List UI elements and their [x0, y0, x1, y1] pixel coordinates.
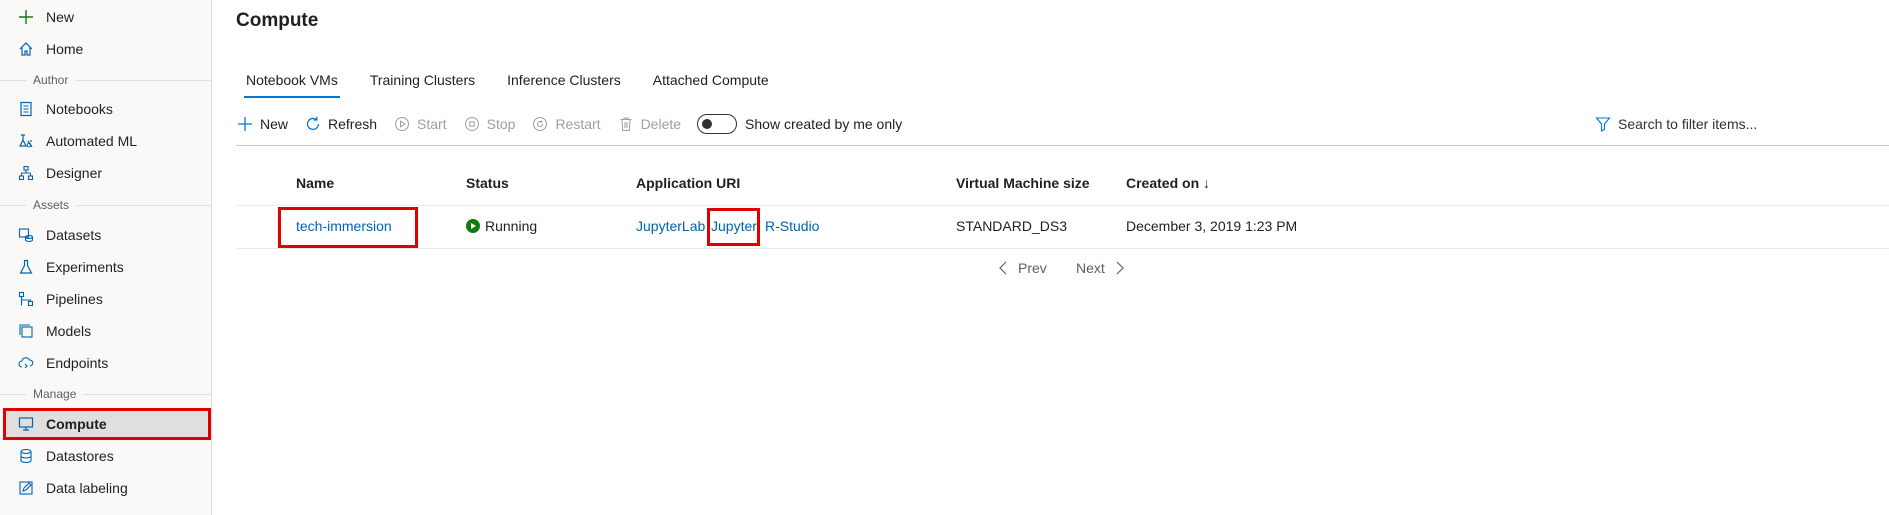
- sidebar-item-endpoints[interactable]: Endpoints: [6, 348, 210, 378]
- prev-page-button[interactable]: Prev: [996, 260, 1047, 276]
- column-header-created-on[interactable]: Created on ↓: [1126, 175, 1210, 191]
- vm-name-link[interactable]: tech-immersion: [296, 218, 392, 234]
- sidebar-item-label: Experiments: [46, 259, 124, 275]
- sidebar-item-label: New: [46, 9, 75, 25]
- created-by-me-toggle[interactable]: [697, 114, 738, 134]
- section-assets: Assets: [0, 196, 211, 214]
- sidebar-item-designer[interactable]: Designer: [6, 158, 210, 188]
- toggle-label: Show created by me only: [745, 116, 903, 132]
- trash-icon: [617, 115, 635, 133]
- search-input[interactable]: [1618, 116, 1858, 132]
- section-manage: Manage: [0, 385, 211, 403]
- column-header-name[interactable]: Name: [296, 175, 334, 191]
- restart-button[interactable]: Restart: [531, 115, 601, 133]
- sidebar-item-compute[interactable]: Compute: [6, 409, 210, 439]
- delete-button[interactable]: Delete: [617, 115, 681, 133]
- model-icon: [16, 321, 36, 341]
- home-icon: [16, 39, 36, 59]
- restart-circle-icon: [531, 115, 549, 133]
- running-status-icon: [466, 219, 480, 233]
- sidebar-item-data-labeling[interactable]: Data labeling: [6, 473, 210, 503]
- plus-icon: [16, 7, 36, 27]
- sidebar-item-label: Compute: [46, 416, 107, 432]
- column-header-application-uri[interactable]: Application URI: [636, 175, 740, 191]
- tab-attached-compute[interactable]: Attached Compute: [643, 64, 779, 98]
- pipeline-icon: [16, 289, 36, 309]
- sidebar-item-label: Automated ML: [46, 133, 138, 149]
- command-bar: New Refresh Start Stop Restart Delete Sh…: [236, 110, 902, 138]
- sidebar-item-models[interactable]: Models: [6, 316, 210, 346]
- sidebar-item-datastores[interactable]: Datastores: [6, 441, 210, 471]
- refresh-button[interactable]: Refresh: [304, 115, 377, 133]
- sidebar-item-notebooks[interactable]: Notebooks: [6, 94, 210, 124]
- sidebar-item-label: Endpoints: [46, 355, 109, 371]
- left-sidebar: New Home Author Notebooks Automated ML D…: [0, 0, 212, 515]
- tab-inference-clusters[interactable]: Inference Clusters: [497, 64, 631, 98]
- database-icon: [16, 446, 36, 466]
- section-author: Author: [0, 71, 211, 89]
- stop-circle-icon: [463, 115, 481, 133]
- toolbar-divider: [236, 145, 1889, 146]
- page-title: Compute: [236, 10, 319, 31]
- endpoint-cloud-icon: [16, 353, 36, 373]
- designer-icon: [16, 163, 36, 183]
- start-button[interactable]: Start: [393, 115, 447, 133]
- sidebar-item-label: Datasets: [46, 227, 102, 243]
- sidebar-item-label: Models: [46, 323, 92, 339]
- status-cell: Running: [466, 218, 537, 234]
- status-text: Running: [485, 218, 538, 234]
- new-button[interactable]: New: [236, 115, 288, 133]
- created-on-cell: December 3, 2019 1:23 PM: [1126, 218, 1298, 234]
- filter-search: [1594, 112, 1874, 136]
- jupyter-link[interactable]: Jupyter: [711, 218, 757, 234]
- sidebar-item-label: Home: [46, 41, 84, 57]
- jupyterlab-link[interactable]: JupyterLab: [636, 218, 705, 234]
- sidebar-item-automated-ml[interactable]: Automated ML: [6, 126, 210, 156]
- sidebar-item-home[interactable]: Home: [6, 34, 210, 64]
- datasets-icon: [16, 225, 36, 245]
- sidebar-item-label: Designer: [46, 165, 103, 181]
- row-divider: [236, 248, 1889, 249]
- sidebar-item-datasets[interactable]: Datasets: [6, 220, 210, 250]
- filter-icon: [1594, 115, 1612, 133]
- plus-icon: [236, 115, 254, 133]
- flask-icon: [16, 257, 36, 277]
- stop-button[interactable]: Stop: [463, 115, 515, 133]
- sidebar-item-label: Datastores: [46, 448, 114, 464]
- sidebar-item-label: Pipelines: [46, 291, 103, 307]
- play-circle-icon: [393, 115, 411, 133]
- labeling-edit-icon: [16, 478, 36, 498]
- sidebar-item-experiments[interactable]: Experiments: [6, 252, 210, 282]
- sidebar-item-label: Notebooks: [46, 101, 113, 117]
- sidebar-item-label: Data labeling: [46, 480, 128, 496]
- header-divider: [236, 205, 1889, 206]
- notebook-icon: [16, 99, 36, 119]
- tab-notebook-vms[interactable]: Notebook VMs: [236, 64, 348, 98]
- chevron-right-icon: [1113, 260, 1127, 276]
- vm-size-cell: STANDARD_DS3: [956, 218, 1067, 234]
- next-page-button[interactable]: Next: [1076, 260, 1127, 276]
- tab-training-clusters[interactable]: Training Clusters: [360, 64, 485, 98]
- refresh-icon: [304, 115, 322, 133]
- compute-monitor-icon: [16, 414, 36, 434]
- column-header-status[interactable]: Status: [466, 175, 509, 191]
- compute-tabs: Notebook VMs Training Clusters Inference…: [236, 64, 791, 98]
- created-by-me-toggle-group: Show created by me only: [697, 114, 902, 134]
- sidebar-item-pipelines[interactable]: Pipelines: [6, 284, 210, 314]
- rstudio-link[interactable]: R-Studio: [765, 218, 819, 234]
- automated-ml-icon: [16, 131, 36, 151]
- chevron-left-icon: [996, 260, 1010, 276]
- column-header-vm-size[interactable]: Virtual Machine size: [956, 175, 1090, 191]
- sidebar-item-new[interactable]: New: [6, 2, 210, 32]
